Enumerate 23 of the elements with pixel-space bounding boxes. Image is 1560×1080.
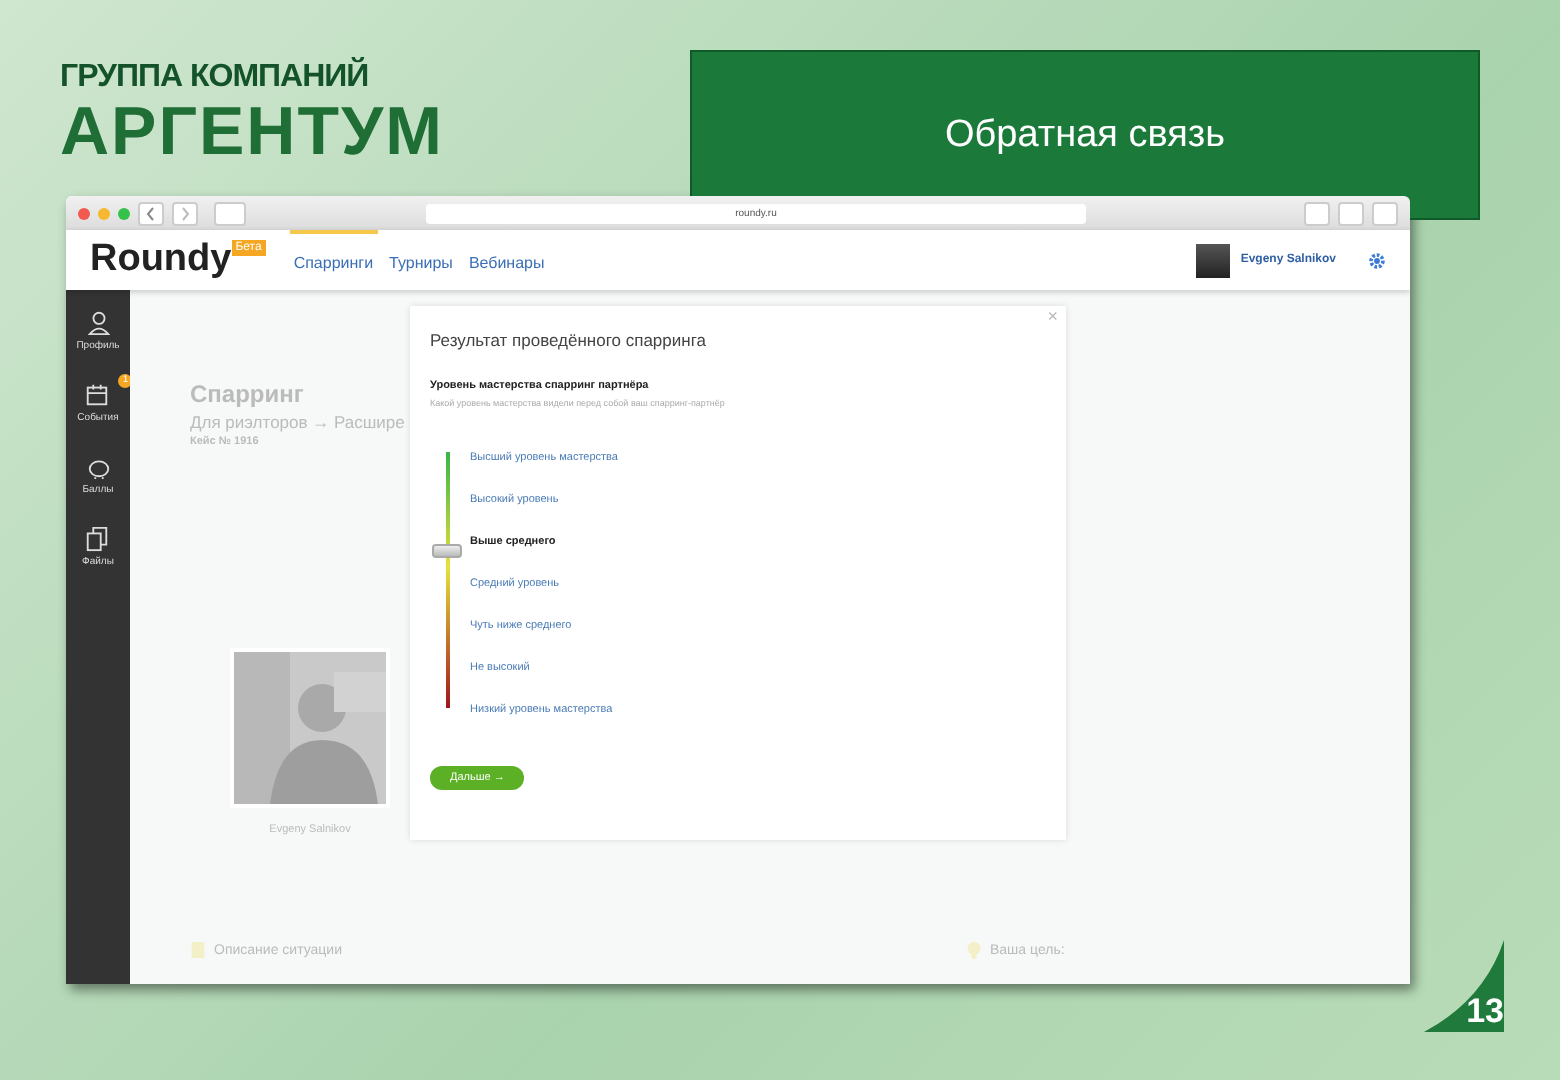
nav-tab[interactable]: Вебинары [464, 230, 549, 290]
back-icon[interactable] [138, 201, 164, 225]
corner-triangle-icon [1424, 940, 1504, 1032]
page-subtitle: Для риэлторов → Расшире [190, 412, 405, 432]
settings-icon[interactable] [1368, 251, 1386, 269]
zoom-dot-icon[interactable] [118, 207, 130, 219]
forward-icon[interactable] [172, 201, 198, 225]
page-title: Спарринг [190, 380, 304, 408]
slider-handle[interactable] [432, 544, 462, 558]
calendar-icon[interactable] [84, 382, 111, 408]
close-dot-icon[interactable] [78, 207, 90, 219]
document-icon [190, 940, 206, 960]
avatar-icon[interactable] [1196, 243, 1231, 277]
nav-tab[interactable]: Турниры [385, 230, 457, 290]
minimize-dot-icon[interactable] [98, 207, 110, 219]
files-icon[interactable] [84, 526, 111, 552]
site-logo[interactable]: Roundy [90, 238, 232, 282]
page-number: 13 [1466, 992, 1504, 1032]
person-icon[interactable] [85, 310, 111, 336]
bulb-icon [966, 940, 982, 960]
logo-caption: ГРУППА КОМПАНИЙ [60, 60, 371, 96]
dialog-title: Результат проведённого спарринга [430, 330, 708, 350]
logo-name: АРГЕНТУМ [60, 96, 444, 168]
